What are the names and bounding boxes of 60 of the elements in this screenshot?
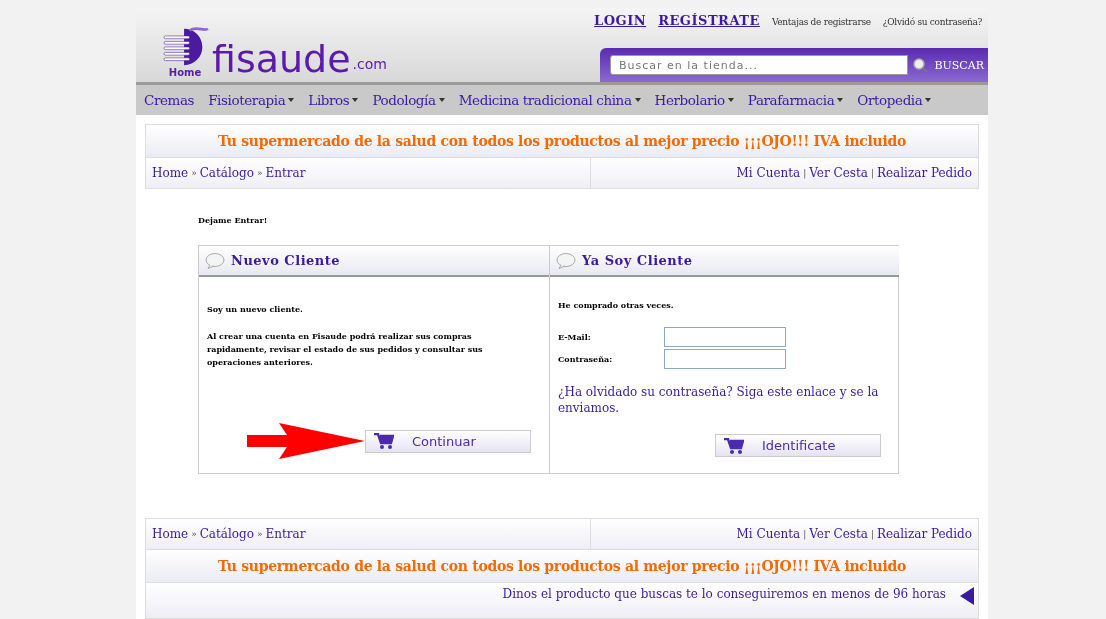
- search-button[interactable]: BUSCAR: [912, 57, 984, 73]
- speech-bubble-icon: [556, 252, 576, 269]
- breadcrumb-link[interactable]: Entrar: [265, 527, 306, 541]
- logo-mark-icon: [160, 25, 210, 67]
- panel-title: Ya Soy Cliente: [582, 253, 693, 268]
- nav-item[interactable]: Podología: [372, 92, 445, 108]
- nav-item[interactable]: Medicina tradicional china: [458, 92, 641, 108]
- back-arrow-icon[interactable]: [960, 587, 974, 605]
- search-field[interactable]: Buscar en la tienda...: [610, 55, 909, 75]
- footer-note: Dinos el producto que buscas te lo conseguiremos en menos de 96 horas: [502, 587, 946, 601]
- account-link[interactable]: Ver Cesta: [809, 166, 868, 180]
- breadcrumb-link[interactable]: Catálogo: [199, 527, 254, 541]
- speech-bubble-icon: [205, 252, 225, 269]
- nav-item[interactable]: Parafarmacia: [747, 92, 844, 108]
- top-link[interactable]: REGÍSTRATE: [658, 13, 760, 28]
- separator-icon: »: [191, 529, 197, 539]
- logo[interactable]: Home fisaude.com: [160, 22, 387, 78]
- input-field[interactable]: [664, 327, 786, 347]
- cart-icon: [374, 433, 394, 449]
- forgot-password-link[interactable]: ¿Ha olvidado su contraseña? Siga este enlace y se la enviamos.: [558, 384, 891, 416]
- top-link[interactable]: Ventajas de registrarse: [771, 17, 871, 27]
- nav-item[interactable]: Ortopedia: [857, 92, 932, 108]
- input-field[interactable]: [664, 349, 786, 369]
- separator-icon: |: [803, 168, 807, 178]
- logo-suffix: .com: [352, 56, 387, 72]
- intro-text: He comprado otras veces.: [558, 299, 675, 312]
- breadcrumb-link[interactable]: Home: [152, 527, 189, 541]
- account-link[interactable]: Realizar Pedido: [876, 166, 972, 180]
- top-link[interactable]: LOGIN: [594, 13, 647, 28]
- home-label: Home: [168, 67, 202, 78]
- page-title: Dejame Entrar!: [198, 215, 269, 225]
- separator-icon: »: [256, 529, 263, 539]
- separator-icon: »: [191, 168, 197, 178]
- logo-name: fisaude: [212, 40, 351, 78]
- field-label: E-Mail:: [558, 332, 592, 342]
- account-link[interactable]: Ver Cesta: [809, 527, 868, 541]
- separator-icon: |: [870, 529, 874, 539]
- separator-icon: »: [256, 168, 263, 178]
- separator-icon: |: [803, 529, 807, 539]
- field-label: Contraseña:: [558, 354, 614, 364]
- nav-item[interactable]: Herbolario: [654, 92, 734, 108]
- search-icon: [912, 57, 929, 73]
- account-link[interactable]: Mi Cuenta: [736, 166, 801, 180]
- login-button[interactable]: Identificate: [715, 434, 881, 457]
- arrow-icon: [247, 423, 365, 459]
- account-link[interactable]: Realizar Pedido: [876, 527, 972, 541]
- description-text: Al crear una cuenta en Fisaude podrá realizar sus compras rapidamente, revisar el estado de sus pedidos y consultar sus operaciones anteriores.: [207, 330, 484, 369]
- nav-item[interactable]: Fisioterapia: [208, 92, 295, 108]
- top-link[interactable]: ¿Olvidó su contraseña?: [882, 17, 982, 27]
- cart-icon: [724, 437, 744, 454]
- nav-item[interactable]: Cremas: [144, 92, 195, 108]
- breadcrumb-link[interactable]: Home: [152, 166, 189, 180]
- account-link[interactable]: Mi Cuenta: [736, 527, 801, 541]
- breadcrumb-link[interactable]: Entrar: [265, 166, 306, 180]
- separator-icon: |: [870, 168, 874, 178]
- panel-title: Nuevo Cliente: [231, 253, 341, 268]
- continue-button[interactable]: Continuar: [365, 429, 531, 453]
- nav-item[interactable]: Libros: [308, 92, 359, 108]
- breadcrumb-link[interactable]: Catálogo: [199, 166, 254, 180]
- intro-text: Soy un nuevo cliente.: [207, 303, 304, 316]
